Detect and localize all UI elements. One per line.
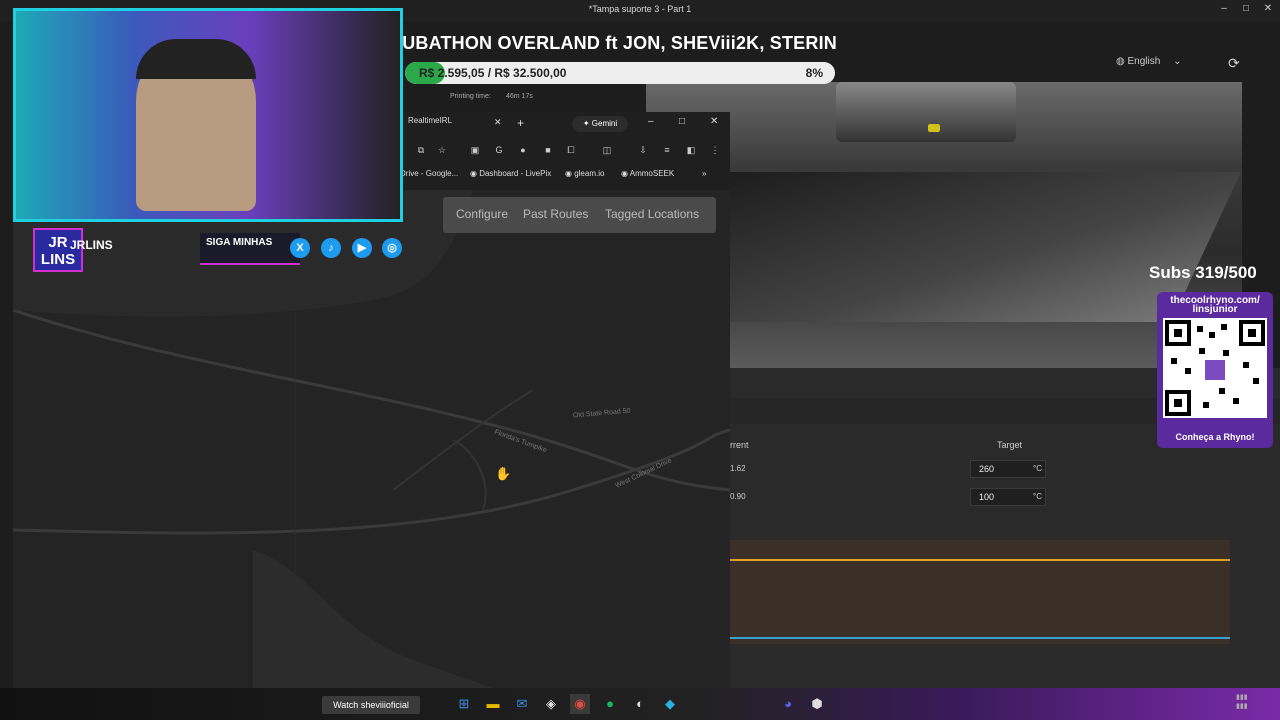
puzzle-icon[interactable]: ⧠: [564, 143, 578, 157]
hotend-current: 1.62: [730, 464, 746, 473]
file-explorer-icon[interactable]: ▬: [483, 694, 503, 714]
bookmark-label: gleam.io: [574, 169, 605, 178]
streamer-webcam: [13, 8, 403, 222]
tab-close-icon[interactable]: ✕: [494, 117, 502, 128]
printing-time-label: Printing time:: [450, 93, 491, 100]
cast-icon[interactable]: ⧉: [414, 143, 428, 157]
hand-cursor-icon: ✋: [495, 466, 512, 481]
bookmarks-overflow-icon[interactable]: »: [702, 169, 706, 178]
new-tab-icon[interactable]: +: [517, 116, 524, 130]
extension-icon[interactable]: ▣: [468, 143, 482, 157]
bed-unit: °C: [1033, 492, 1042, 501]
subathon-title: SUBATHON OVERLAND ft JON, SHEViii2K, STE…: [390, 33, 837, 53]
gemini-button[interactable]: ✦ Gemini: [572, 116, 628, 132]
browser-tab[interactable]: RealtimeIRL: [408, 116, 508, 132]
progress-percent: 8%: [805, 66, 823, 80]
bookmarks-bar: Drive - Google... ◉ Dashboard - LivePix …: [400, 166, 730, 184]
bed-current: 0.90: [730, 492, 746, 501]
more-menu-icon[interactable]: ⋮: [708, 143, 722, 157]
browser-maximize-icon[interactable]: □: [679, 116, 685, 127]
streamer-hair: [136, 39, 256, 79]
bookmark-label: Dashboard - LivePix: [479, 169, 552, 178]
target-column-label: Target: [997, 440, 1023, 450]
qr-code: [1163, 318, 1267, 418]
close-button[interactable]: ✕: [1259, 3, 1277, 17]
bookmark-icon: ◉: [470, 169, 480, 178]
browser-toolbar: ⧉ ☆ ▣ G ● ■ ⧠ ◫ ⇩ ≡ ◧ ⋮: [400, 140, 730, 162]
system-clock: ▮▮▮ ▮▮▮: [1236, 694, 1248, 710]
qr-code-graphic: [1165, 320, 1265, 416]
spotify-icon[interactable]: ●: [600, 694, 620, 714]
browser-close-icon[interactable]: ✕: [710, 116, 718, 127]
bookmark-label: AmmoSEEK: [629, 169, 675, 178]
download-icon[interactable]: ⇩: [636, 143, 650, 157]
bookmark-icon: ◉: [621, 169, 630, 178]
sponsor-cta: Conheça a Rhyno!: [1175, 432, 1255, 442]
steam-icon[interactable]: ◈: [541, 694, 561, 714]
star-icon[interactable]: ☆: [435, 143, 449, 157]
tiktok-icon: ♪: [321, 238, 341, 258]
bookmark-item[interactable]: ◉ Dashboard - LivePix: [470, 169, 551, 178]
obs-icon[interactable]: ◐: [630, 694, 650, 714]
browser-window: RealtimeIRL ✕ + ✦ Gemini – □ ✕ ⧉ ☆ ▣ G ●…: [400, 112, 730, 190]
windows-start-icon[interactable]: ⊞: [454, 694, 474, 714]
reading-list-icon[interactable]: ≡: [660, 143, 674, 157]
extension-icon[interactable]: ●: [516, 143, 530, 157]
minimize-button[interactable]: –: [1215, 3, 1233, 17]
menu-past-routes[interactable]: Past Routes: [523, 207, 588, 221]
watch-tooltip: Watch sheviiioficial: [322, 696, 420, 714]
chevron-down-icon: ⌄: [1173, 56, 1182, 67]
printer-head: [836, 82, 1016, 142]
follow-banner: SIGA MINHAS: [200, 233, 300, 265]
printer-bed: [651, 172, 1241, 322]
bookmark-item[interactable]: ◉ gleam.io: [565, 169, 604, 178]
social-strip: JR LINS JRLINS SIGA MINHAS X ♪ ▶ ◎: [13, 228, 433, 272]
maximize-button[interactable]: □: [1237, 3, 1255, 17]
browser-minimize-icon[interactable]: –: [648, 116, 654, 127]
menu-tagged-locations[interactable]: Tagged Locations: [605, 207, 699, 221]
app-icon[interactable]: ◆: [660, 694, 680, 714]
bookmark-item[interactable]: Drive - Google...: [400, 169, 458, 178]
language-label: English: [1127, 56, 1161, 67]
bookmark-item[interactable]: ◉ AmmoSEEK: [621, 169, 674, 178]
progress-amount: R$ 2.595,05 / R$ 32.500,00: [419, 66, 567, 80]
screenshot-icon[interactable]: ◫: [600, 143, 614, 157]
printer-camera-feed: [646, 82, 1242, 368]
extension-icon[interactable]: ■: [541, 143, 555, 157]
mail-icon[interactable]: ✉: [512, 694, 532, 714]
temperature-chart-svg: [730, 559, 1230, 639]
printer-nozzle-light: [928, 124, 940, 132]
temperature-chart: [730, 540, 1230, 644]
google-icon[interactable]: G: [492, 143, 506, 157]
sponsor-qr-card: thecoolrhyno.com/ linsjunior Conheça a R…: [1157, 292, 1273, 448]
refresh-icon[interactable]: ⟳: [1228, 55, 1240, 72]
menu-configure[interactable]: Configure: [456, 207, 508, 221]
subathon-progress-bar: R$ 2.595,05 / R$ 32.500,00 8%: [405, 62, 835, 84]
discord-icon[interactable]: ◕: [778, 694, 798, 714]
current-column-label: rrent: [730, 440, 749, 450]
hotend-unit: °C: [1033, 464, 1042, 473]
channel-handle: JRLINS: [70, 238, 113, 252]
language-selector[interactable]: ◍ English ⌄: [1116, 56, 1182, 67]
app-icon[interactable]: ⬢: [807, 694, 827, 714]
sponsor-url: thecoolrhyno.com/ linsjunior: [1170, 295, 1260, 315]
youtube-icon: ▶: [352, 238, 372, 258]
chrome-icon[interactable]: ◉: [570, 694, 590, 714]
subs-counter: Subs 319/500: [1149, 263, 1257, 282]
gemini-label: Gemini: [591, 119, 618, 128]
bookmark-icon: ◉: [565, 169, 575, 178]
globe-icon: ◍: [1116, 56, 1125, 67]
instagram-icon: ◎: [382, 238, 402, 258]
map-menu: Configure Past Routes Tagged Locations: [443, 197, 716, 233]
profile-icon[interactable]: ◧: [684, 143, 698, 157]
follow-label: SIGA MINHAS: [206, 237, 273, 248]
printing-time-value: 46m 17s: [506, 93, 533, 100]
x-twitter-icon: X: [290, 238, 310, 258]
